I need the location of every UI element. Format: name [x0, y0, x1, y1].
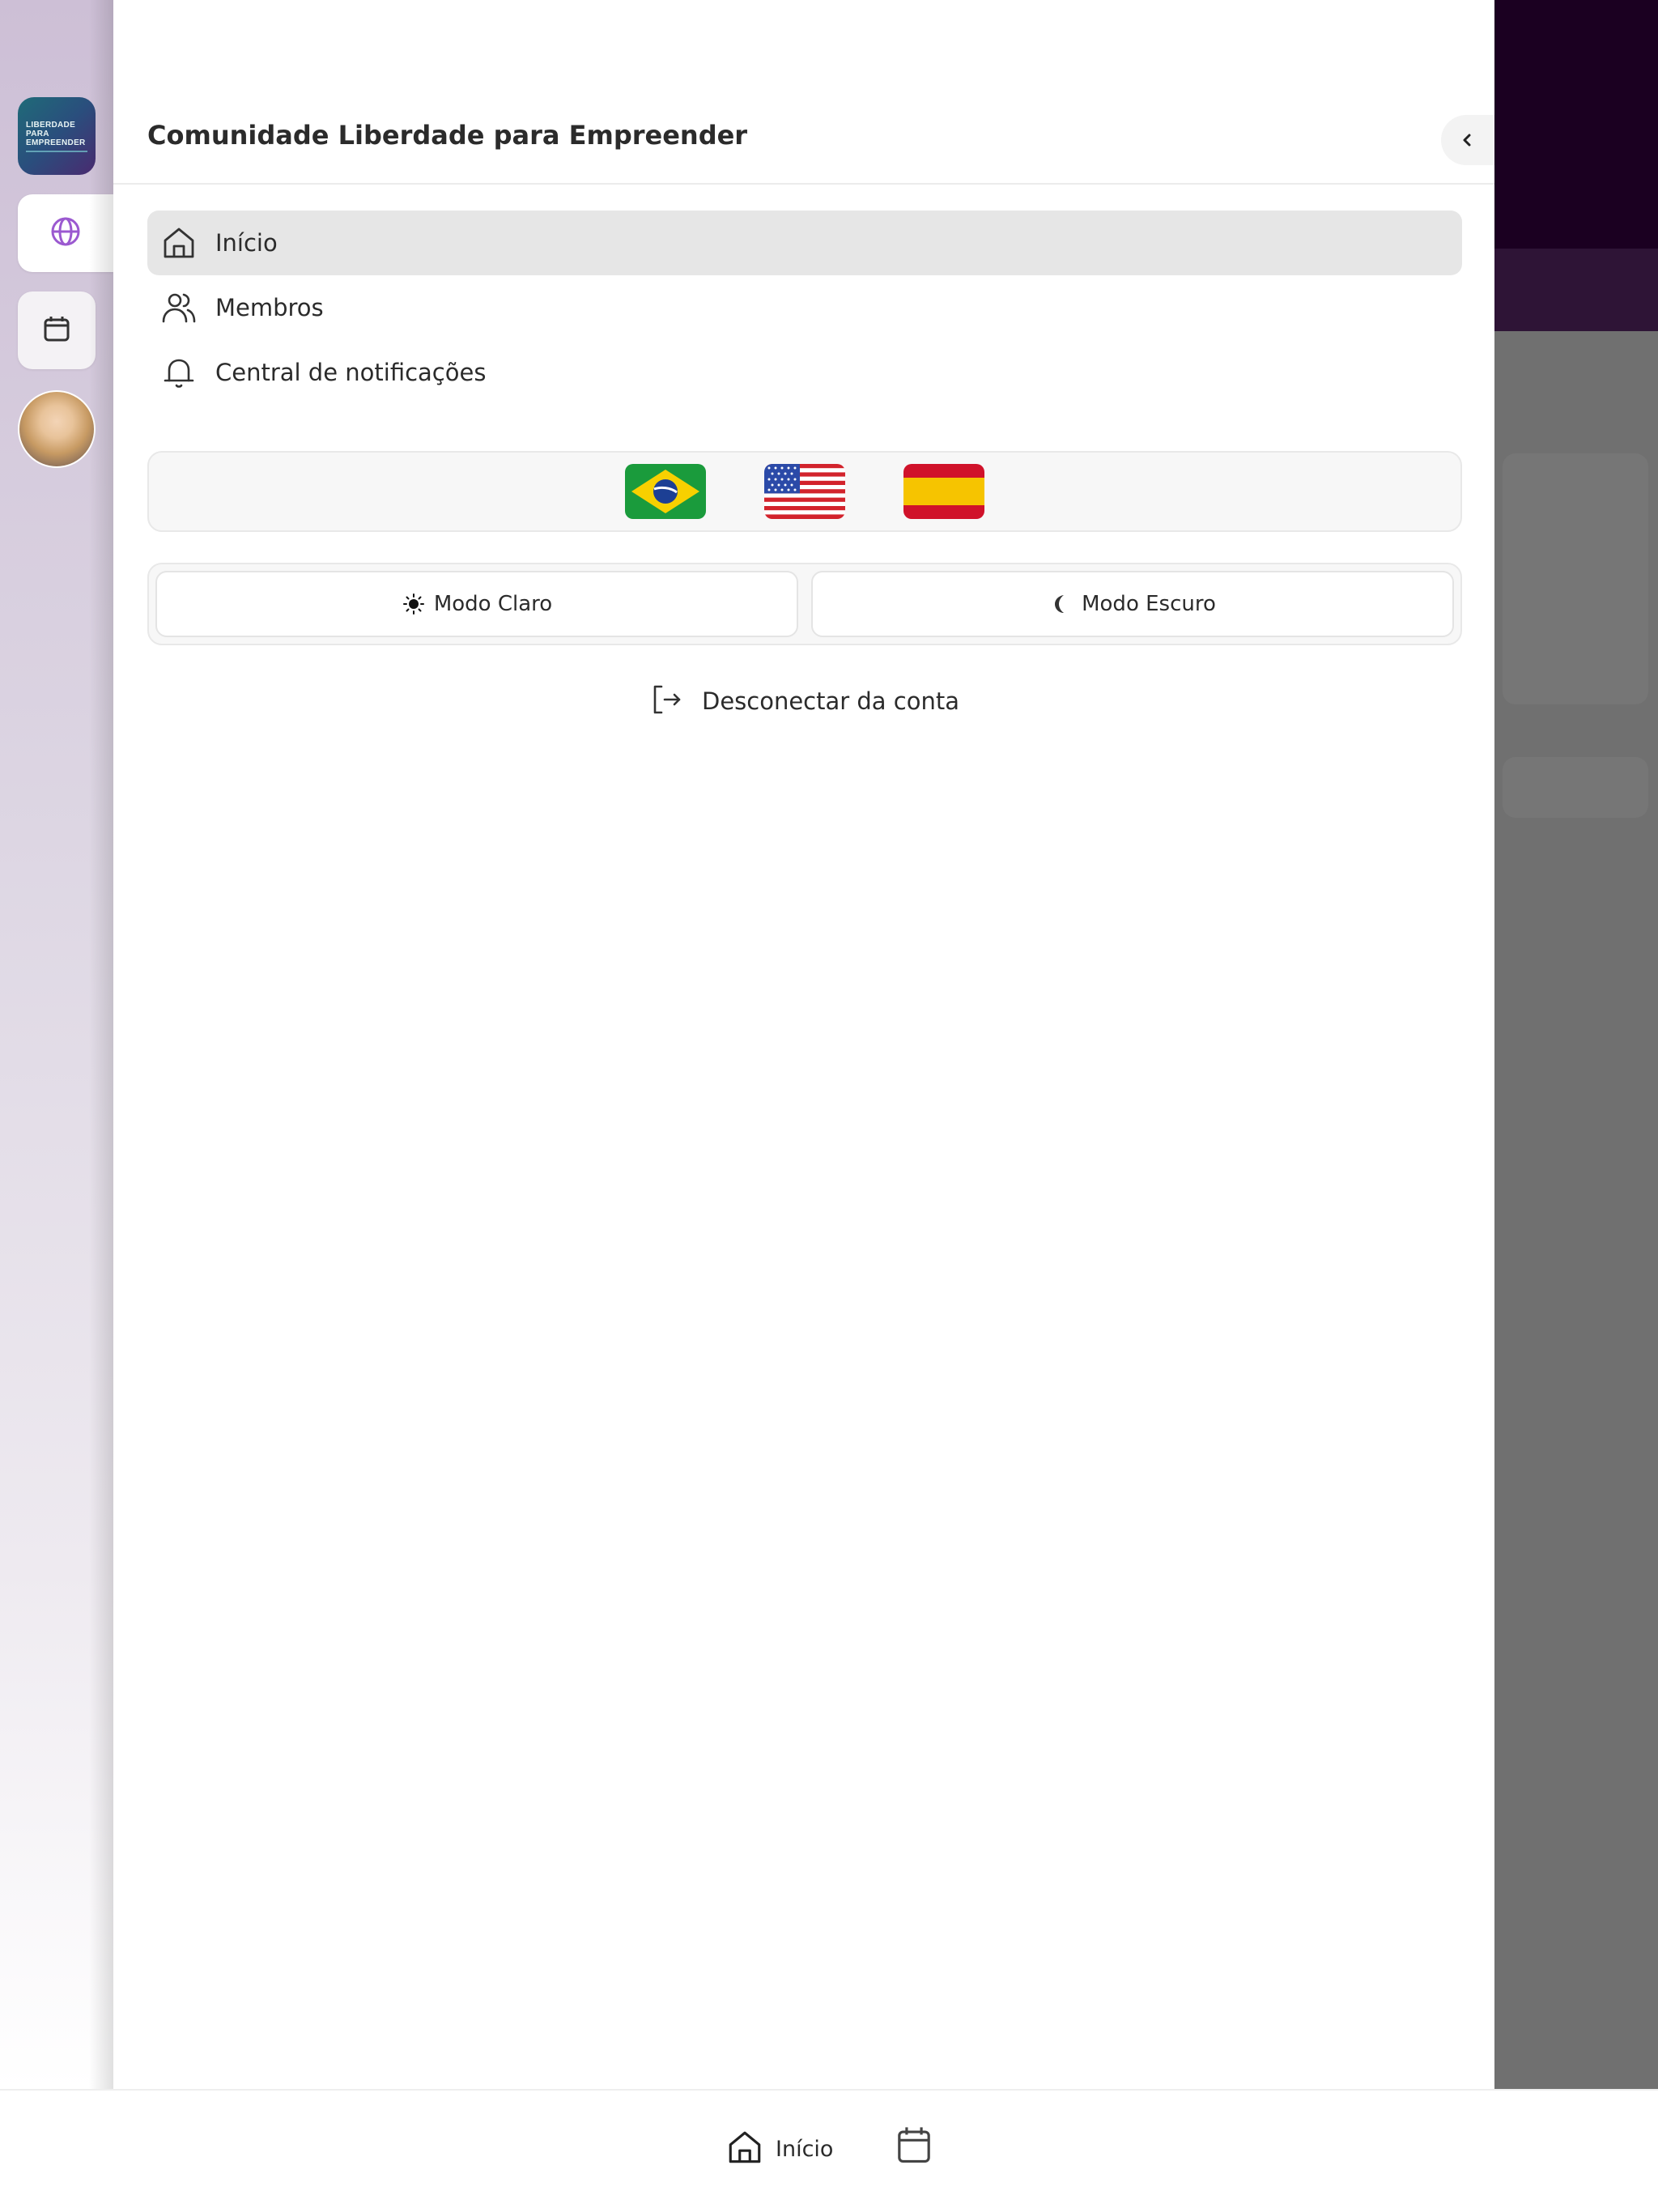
- logout-icon: [648, 682, 684, 721]
- logo-text-line: PARA: [26, 129, 49, 138]
- globe-icon: [49, 215, 82, 251]
- nav-item-notificacoes[interactable]: Central de notificações: [147, 340, 1462, 405]
- nav-item-label: Início: [215, 229, 278, 257]
- nav-item-inicio[interactable]: Início: [147, 211, 1462, 275]
- dark-mode-button[interactable]: Modo Escuro: [811, 571, 1454, 637]
- theme-toggle: Modo Claro Modo Escuro: [147, 563, 1462, 645]
- calendar-icon: [895, 2125, 933, 2168]
- home-icon: [725, 2128, 764, 2170]
- dark-mode-label: Modo Escuro: [1082, 592, 1216, 616]
- flag-brazil-icon[interactable]: [625, 464, 706, 519]
- background-card: [1503, 757, 1648, 818]
- users-icon: [159, 287, 199, 328]
- community-drawer: Comunidade Liberdade para Empreender Iní…: [113, 0, 1494, 2089]
- nav-item-label: Central de notificações: [215, 359, 487, 386]
- light-mode-label: Modo Claro: [433, 592, 553, 616]
- background-overlay[interactable]: [1494, 0, 1658, 2089]
- rail-globe-button[interactable]: [18, 194, 113, 272]
- light-mode-button[interactable]: Modo Claro: [155, 571, 798, 637]
- bell-icon: [159, 352, 199, 393]
- flag-spain-icon[interactable]: [903, 464, 984, 519]
- community-logo[interactable]: LIBERDADE PARA EMPREENDER: [18, 97, 96, 175]
- background-subheader: [1494, 249, 1658, 331]
- background-header: [1494, 0, 1658, 249]
- community-title: Comunidade Liberdade para Empreender: [147, 120, 748, 151]
- chevron-left-icon: [1460, 127, 1476, 154]
- calendar-icon: [40, 313, 73, 348]
- logo-decoration: [26, 150, 87, 152]
- avatar[interactable]: [18, 390, 96, 468]
- logout-button[interactable]: Desconectar da conta: [113, 678, 1494, 724]
- flag-usa-icon[interactable]: [764, 464, 845, 519]
- nav-item-label: Membros: [215, 294, 324, 321]
- logout-label: Desconectar da conta: [701, 687, 960, 715]
- moon-icon: [1049, 592, 1073, 616]
- logo-text-line: LIBERDADE: [26, 120, 76, 130]
- bottom-tab-bar: Início: [0, 2089, 1658, 2212]
- home-icon: [159, 223, 199, 263]
- drawer-header: Comunidade Liberdade para Empreender: [113, 0, 1494, 185]
- left-rail: LIBERDADE PARA EMPREENDER: [0, 0, 113, 2089]
- nav-item-membros[interactable]: Membros: [147, 275, 1462, 340]
- logo-text-line: EMPREENDER: [26, 138, 86, 147]
- sun-icon: [402, 592, 426, 616]
- language-selector: [147, 451, 1462, 532]
- background-card: [1503, 453, 1648, 704]
- tab-inicio[interactable]: Início: [725, 2123, 833, 2175]
- tab-label: Início: [776, 2136, 834, 2162]
- rail-calendar-button[interactable]: [18, 291, 96, 369]
- app-root: LIBERDADE PARA EMPREENDER Comunidade Lib…: [0, 0, 1658, 2212]
- collapse-drawer-button[interactable]: [1441, 115, 1494, 165]
- drawer-nav: Início Membros Central de notificações: [147, 211, 1462, 405]
- tab-calendar[interactable]: [894, 2123, 934, 2170]
